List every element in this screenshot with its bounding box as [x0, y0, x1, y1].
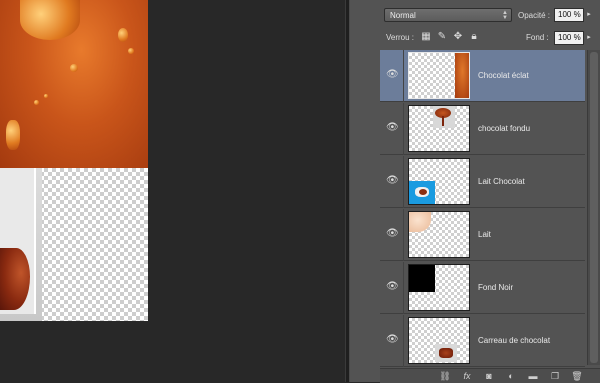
layer-name: Carreau de chocolat: [478, 336, 551, 345]
layer-thumbnail: [408, 52, 470, 99]
layer-thumbnail: [408, 105, 470, 152]
brush-lock-icon[interactable]: ✎: [436, 31, 448, 43]
fill-dropdown-icon[interactable]: ▸: [585, 31, 593, 45]
document-canvas[interactable]: [0, 0, 148, 321]
layers-scrollbar[interactable]: [587, 50, 600, 365]
layer-row[interactable]: 👁︎ Chocolat éclat: [380, 50, 585, 102]
layers-list: 👁︎ Chocolat éclat 👁︎ chocolat fondu 👁︎ L…: [380, 50, 585, 367]
eye-icon[interactable]: 👁︎: [386, 228, 399, 240]
layer-name: Lait: [478, 230, 491, 239]
blend-mode-value: Normal: [390, 11, 416, 20]
link-icon[interactable]: ⛓︎: [438, 370, 452, 382]
select-arrows-icon: ▲ ▼: [502, 10, 508, 21]
adjustment-icon[interactable]: ◐: [504, 370, 518, 382]
lock-label: Verrou :: [386, 33, 415, 42]
new-layer-icon[interactable]: ❐: [548, 370, 562, 382]
opacity-label: Opacité :: [518, 11, 551, 20]
fill-label: Fond :: [526, 33, 549, 42]
eye-icon[interactable]: 👁︎: [386, 69, 399, 81]
layer-name: Fond Noir: [478, 283, 514, 292]
milk-photo-image: [0, 168, 42, 321]
layer-name: Chocolat éclat: [478, 71, 529, 80]
layer-thumbnail: [408, 158, 470, 205]
layer-thumbnail: [408, 264, 470, 311]
eye-icon[interactable]: 👁︎: [386, 122, 399, 134]
folder-icon[interactable]: ▬: [526, 370, 540, 382]
layers-bottom-toolbar: ⛓︎ fx ◙ ◐ ▬ ❐ 🗑︎: [380, 368, 600, 383]
layer-name: chocolat fondu: [478, 124, 531, 133]
trash-icon[interactable]: 🗑︎: [570, 370, 584, 382]
move-lock-icon[interactable]: ✥: [452, 31, 464, 43]
fx-icon[interactable]: fx: [460, 370, 474, 382]
layer-row[interactable]: 👁︎ Carreau de chocolat: [380, 315, 585, 367]
layer-row[interactable]: 👁︎ Fond Noir: [380, 262, 585, 314]
eye-icon[interactable]: 👁︎: [386, 281, 399, 293]
canvas-area[interactable]: [0, 0, 345, 382]
layer-row[interactable]: 👁︎ Lait: [380, 209, 585, 261]
layer-thumbnail: [408, 211, 470, 258]
layer-row[interactable]: 👁︎ Lait Chocolat: [380, 156, 585, 208]
lock-row: Verrou : ▦ ✎ ✥ 🔒︎ Fond : 100 % ▸: [380, 30, 600, 46]
opacity-dropdown-icon[interactable]: ▸: [585, 8, 593, 22]
scrollbar-thumb[interactable]: [590, 52, 598, 363]
eye-icon[interactable]: 👁︎: [386, 175, 399, 187]
blend-mode-select[interactable]: Normal ▲ ▼: [384, 8, 512, 22]
eye-icon[interactable]: 👁︎: [386, 334, 399, 346]
opacity-input[interactable]: 100 %: [554, 8, 584, 22]
layer-row[interactable]: 👁︎ chocolat fondu: [380, 103, 585, 155]
fill-input[interactable]: 100 %: [554, 31, 584, 45]
mask-icon[interactable]: ◙: [482, 370, 496, 382]
chocolate-splash-image: [0, 0, 148, 168]
layer-name: Lait Chocolat: [478, 177, 525, 186]
padlock-icon[interactable]: 🔒︎: [468, 31, 480, 43]
lock-transparent-icon[interactable]: ▦: [420, 31, 432, 43]
layer-thumbnail: [408, 317, 470, 364]
blend-mode-row: Normal ▲ ▼ Opacité : 100 % ▸: [380, 7, 600, 25]
